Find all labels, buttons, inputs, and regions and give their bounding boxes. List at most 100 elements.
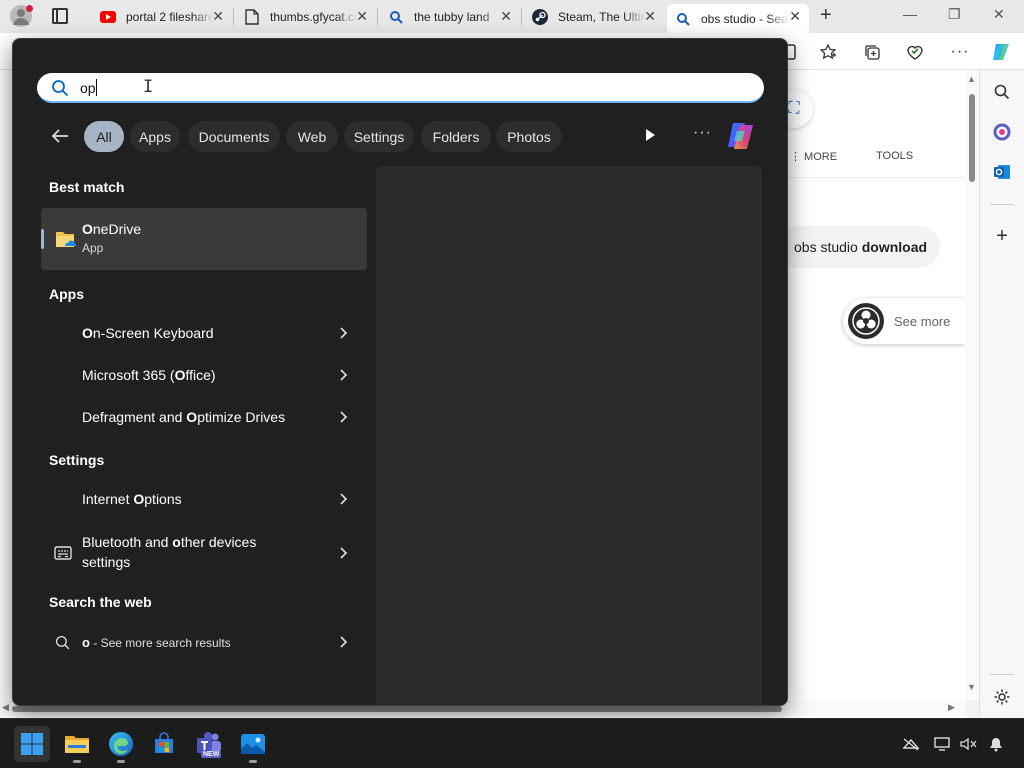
setting-result-internet-options[interactable]: Internet Options [41, 482, 367, 518]
scrollbar-thumb[interactable] [12, 706, 782, 712]
browser-essentials-icon[interactable] [904, 41, 926, 63]
filter-photos[interactable]: Photos [496, 121, 562, 152]
tab-actions-icon[interactable] [52, 8, 68, 24]
search-input[interactable]: op I [37, 73, 764, 103]
scroll-left-arrow[interactable]: ◀ [2, 702, 9, 713]
related-search-chip[interactable]: obs studio download [788, 226, 940, 268]
notification-bell-icon[interactable] [986, 735, 1006, 753]
folder-icon [65, 736, 89, 753]
filter-documents[interactable]: Documents [188, 121, 280, 152]
bluetooth-devices-icon [54, 546, 72, 560]
filter-web[interactable]: Web [286, 121, 338, 152]
search-icon[interactable] [991, 81, 1013, 103]
network-disconnected-icon[interactable] [901, 735, 921, 753]
close-window-button[interactable]: ✕ [993, 6, 1005, 23]
settings-more-icon[interactable]: ··· [949, 41, 971, 63]
tab-close-button[interactable]: ✕ [356, 9, 368, 23]
chevron-right-icon[interactable] [337, 409, 349, 425]
ibeam-cursor: I [143, 77, 154, 97]
chevron-right-icon[interactable] [337, 634, 349, 650]
display-icon[interactable] [933, 735, 953, 753]
see-more-label: See more [894, 313, 951, 329]
start-button[interactable] [14, 726, 50, 762]
steam-icon [532, 8, 548, 25]
volume-muted-icon[interactable] [958, 735, 978, 753]
filter-apps[interactable]: Apps [130, 121, 180, 152]
scroll-right-arrow[interactable]: ▶ [948, 702, 955, 713]
tab-title: obs studio - Search [701, 11, 789, 26]
vertical-scrollbar[interactable]: ▲ ▼ [965, 70, 979, 700]
microsoft-store-button[interactable] [146, 726, 182, 762]
chevron-right-icon[interactable] [337, 545, 349, 561]
edge-icon [109, 732, 133, 756]
photos-button[interactable] [235, 726, 271, 763]
app-result-onscreen-keyboard[interactable]: On-Screen Keyboard [41, 316, 367, 352]
outlook-icon[interactable] [991, 161, 1013, 183]
filter-folders[interactable]: Folders [421, 121, 491, 152]
chevron-right-icon[interactable] [337, 491, 349, 507]
keyboard-icon [53, 324, 73, 344]
teams-button[interactable]: NEW [191, 726, 227, 762]
copilot-icon[interactable] [725, 121, 757, 151]
best-match-onedrive[interactable]: OneDrive App [41, 208, 367, 270]
search-icon [388, 9, 404, 25]
tab-obs-studio[interactable]: obs studio - Search ✕ [667, 4, 809, 33]
favorites-icon[interactable] [817, 41, 839, 63]
best-match-heading: Best match [49, 179, 125, 195]
chip-bold-text: download [861, 239, 928, 255]
windows-logo-icon [21, 733, 43, 755]
restore-button[interactable]: ❐ [948, 6, 961, 23]
back-arrow-icon[interactable] [49, 125, 71, 147]
microsoft-365-icon [53, 366, 73, 386]
obs-logo-icon [848, 303, 884, 339]
preview-pane [376, 166, 762, 705]
app-result-defragment[interactable]: Defragment and Optimize Drives [41, 400, 367, 436]
microsoft-365-icon[interactable] [991, 121, 1013, 143]
app-result-microsoft-365[interactable]: Microsoft 365 (Office) [41, 358, 367, 394]
chevron-right-icon[interactable] [337, 325, 349, 341]
tab-title: the tubby land [414, 9, 490, 24]
gear-icon[interactable] [991, 686, 1013, 708]
result-label: Internet Options [82, 491, 182, 507]
profile-avatar[interactable] [10, 5, 33, 27]
more-tab[interactable]: ⋮ MORE [790, 150, 837, 163]
tab-close-button[interactable]: ✕ [212, 9, 224, 23]
setting-result-bluetooth[interactable]: Bluetooth and other devices settings [41, 532, 367, 574]
tab-gfycat[interactable]: thumbs.gfycat.com ✕ [236, 4, 376, 29]
tab-tubby-land[interactable]: the tubby land ✕ [380, 4, 520, 29]
scroll-up-arrow[interactable]: ▲ [967, 74, 976, 84]
notification-dot [26, 5, 33, 12]
new-badge: NEW [201, 751, 222, 758]
search-icon [675, 11, 691, 27]
copilot-icon[interactable] [990, 41, 1012, 63]
edge-button[interactable] [103, 726, 139, 763]
tab-title: thumbs.gfycat.com [270, 9, 358, 24]
search-icon [55, 635, 70, 650]
tab-portal-2[interactable]: portal 2 fileshare ✕ [92, 4, 232, 29]
result-label: Defragment and Optimize Drives [82, 409, 286, 425]
tab-close-button[interactable]: ✕ [500, 9, 512, 23]
filter-settings[interactable]: Settings [344, 121, 414, 152]
tab-close-button[interactable]: ✕ [644, 9, 656, 23]
more-options-icon[interactable]: ··· [693, 124, 712, 142]
minimize-button[interactable]: — [903, 6, 917, 22]
see-more-button[interactable]: See more [843, 298, 965, 344]
new-tab-button[interactable]: + [820, 4, 832, 27]
page-icon [244, 8, 260, 25]
chevron-right-icon[interactable] [337, 367, 349, 383]
tab-close-button[interactable]: ✕ [789, 9, 801, 23]
tab-steam[interactable]: Steam, The Ultimate ✕ [524, 4, 664, 29]
tools-tab[interactable]: TOOLS [876, 150, 913, 162]
start-search-panel: op I All Apps Documents Web Settings Fol… [12, 38, 788, 706]
collections-icon[interactable] [861, 41, 883, 63]
add-icon[interactable]: + [991, 225, 1013, 247]
play-icon[interactable] [643, 128, 657, 142]
filter-all[interactable]: All [84, 121, 124, 152]
file-explorer-button[interactable] [59, 726, 95, 763]
scrollbar-thumb[interactable] [969, 94, 975, 182]
scroll-down-arrow[interactable]: ▼ [967, 682, 976, 692]
chip-text: obs studio [794, 239, 862, 255]
search-icon [52, 80, 69, 97]
youtube-icon [100, 9, 116, 25]
web-search-result[interactable]: o - See more search results [41, 625, 367, 661]
